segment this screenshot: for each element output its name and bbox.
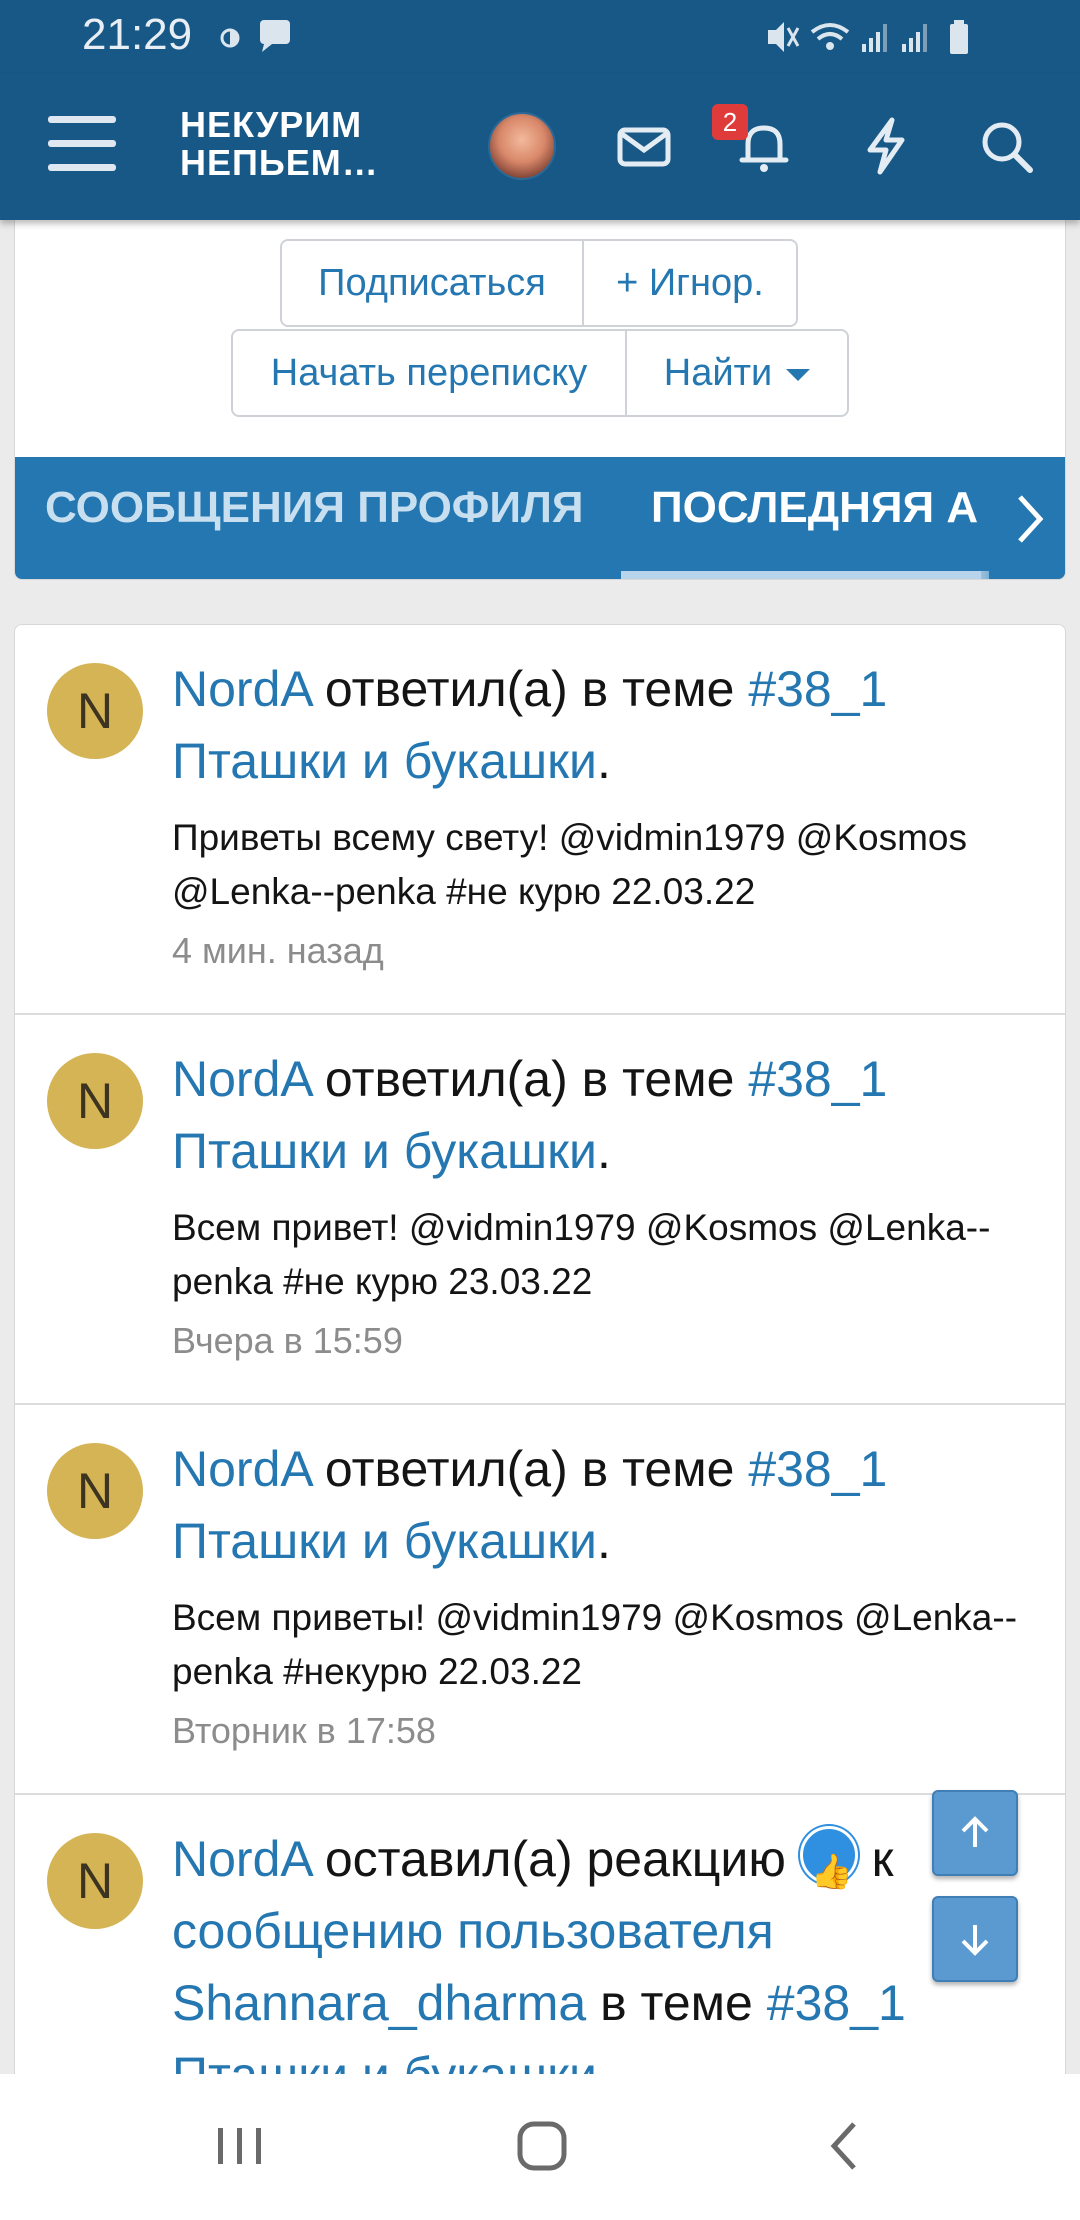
notification-badge: 2 — [712, 104, 748, 140]
subscribe-button[interactable]: Подписаться — [280, 239, 584, 327]
start-conversation-button[interactable]: Начать переписку — [231, 329, 627, 417]
thread-title: Пташки и букашки — [172, 2047, 597, 2074]
activity-headline: NordA ответил(а) в теме #38_1 Пташки и б… — [172, 1043, 1052, 1187]
search-icon[interactable] — [974, 114, 1038, 178]
avatar[interactable]: N — [47, 1053, 143, 1149]
action-text: оставил(а) реакцию — [310, 1831, 800, 1887]
end-punct: . — [596, 733, 611, 789]
timestamp[interactable]: Вторник в 17:58 — [172, 1710, 436, 1752]
user-link[interactable]: NordA — [172, 1051, 311, 1107]
logo-line-2: НЕПЬЕМ… — [180, 142, 379, 183]
thread-tag: #38_1 — [748, 1051, 888, 1107]
active-tab-indicator — [621, 571, 989, 579]
action-text: ответил(а) в теме — [310, 1441, 749, 1497]
status-signal-battery-icons — [768, 20, 968, 54]
top-navigation: НЕКУРИМ НЕПЬЕМ… 2 — [0, 74, 1080, 220]
avatar[interactable]: N — [47, 1833, 143, 1929]
ignore-button[interactable]: + Игнор. — [582, 239, 798, 327]
avatar[interactable]: N — [47, 1443, 143, 1539]
find-button[interactable]: Найти — [625, 329, 849, 417]
scroll-to-top-button[interactable] — [932, 1790, 1018, 1876]
user-link[interactable]: NordA — [172, 1831, 311, 1887]
status-bar: 21:29 — [0, 0, 1080, 74]
end-punct: . — [596, 1123, 611, 1179]
after-reaction-text: к — [857, 1831, 894, 1887]
menu-icon-bar — [48, 140, 116, 147]
menu-icon-bar — [48, 116, 116, 123]
profile-tabs: СООБЩЕНИЯ ПРОФИЛЯ ПОСЛЕДНЯЯ АКТИВНОСТЬ — [15, 457, 1065, 579]
user-link[interactable]: NordA — [172, 661, 311, 717]
status-right-icons — [762, 16, 1002, 65]
activity-headline: NordA оставил(а) реакцию к сообщению пол… — [172, 1823, 1052, 2074]
status-notification-icons — [220, 20, 290, 52]
logo-line-1: НЕКУРИМ — [180, 104, 363, 145]
status-left-icons — [218, 16, 298, 61]
like-reaction-icon — [799, 1826, 858, 1908]
arrow-up-icon — [961, 1816, 989, 1847]
action-text: ответил(а) в теме — [310, 1051, 749, 1107]
back-icon[interactable] — [806, 2114, 886, 2178]
site-logo[interactable]: НЕКУРИМ НЕПЬЕМ… — [180, 106, 380, 182]
scroll-to-bottom-button[interactable] — [932, 1896, 1018, 1982]
thread-title: Пташки и букашки — [172, 733, 597, 789]
home-icon[interactable] — [502, 2114, 582, 2178]
list-item: N NordA ответил(а) в теме #38_1 Пташки и… — [15, 1405, 1065, 1795]
avatar[interactable]: N — [47, 663, 143, 759]
bolt-icon[interactable] — [854, 114, 918, 178]
thread-title: Пташки и букашки — [172, 1513, 597, 1569]
post-snippet[interactable]: Всем приветы! @vidmin1979 @Kosmos @Lenka… — [172, 1591, 1052, 1699]
mail-icon[interactable] — [612, 114, 676, 178]
thread-tag: #38_1 — [748, 661, 888, 717]
system-navigation-bar — [0, 2074, 1080, 2220]
thread-title: Пташки и букашки — [172, 1123, 597, 1179]
action-text: ответил(а) в теме — [310, 661, 749, 717]
thread-tag: #38_1 — [766, 1975, 906, 2031]
list-item: N NordA ответил(а) в теме #38_1 Пташки и… — [15, 625, 1065, 1015]
activity-feed: N NordA ответил(а) в теме #38_1 Пташки и… — [14, 624, 1066, 2074]
chevron-right-icon — [1018, 495, 1044, 543]
timestamp[interactable]: 4 мин. назад — [172, 930, 384, 972]
recent-apps-icon[interactable] — [200, 2114, 280, 2178]
timestamp[interactable]: Вчера в 15:59 — [172, 1320, 403, 1362]
user-link[interactable]: NordA — [172, 1441, 311, 1497]
main-content: Подписаться + Игнор. Начать переписку На… — [0, 220, 1080, 2074]
caret-down-icon — [786, 368, 811, 381]
thread-tag: #38_1 — [748, 1441, 888, 1497]
tab-latest-activity[interactable]: ПОСЛЕДНЯЯ АКТИВНОСТЬ — [651, 483, 981, 533]
status-time: 21:29 — [82, 10, 193, 59]
tabs-scroll-right[interactable] — [981, 457, 1065, 579]
profile-card: Подписаться + Игнор. Начать переписку На… — [14, 220, 1066, 580]
menu-icon[interactable] — [48, 116, 116, 176]
list-item: N NordA ответил(а) в теме #38_1 Пташки и… — [15, 1015, 1065, 1405]
user-avatar[interactable] — [488, 112, 556, 180]
arrow-down-icon — [961, 1925, 989, 1956]
list-item: N NordA оставил(а) реакцию к сообщению п… — [15, 1795, 1065, 2074]
post-snippet[interactable]: Приветы всему свету! @vidmin1979 @Kosmos… — [172, 811, 1052, 919]
find-button-label: Найти — [663, 352, 773, 394]
tab-profile-posts[interactable]: СООБЩЕНИЯ ПРОФИЛЯ — [45, 483, 583, 533]
post-snippet[interactable]: Всем привет! @vidmin1979 @Kosmos @Lenka-… — [172, 1201, 1052, 1309]
activity-headline: NordA ответил(а) в теме #38_1 Пташки и б… — [172, 653, 1052, 797]
menu-icon-bar — [48, 164, 116, 171]
end-punct: . — [596, 1513, 611, 1569]
activity-headline: NordA ответил(а) в теме #38_1 Пташки и б… — [172, 1433, 1052, 1577]
mid-text: в теме — [586, 1975, 767, 2031]
